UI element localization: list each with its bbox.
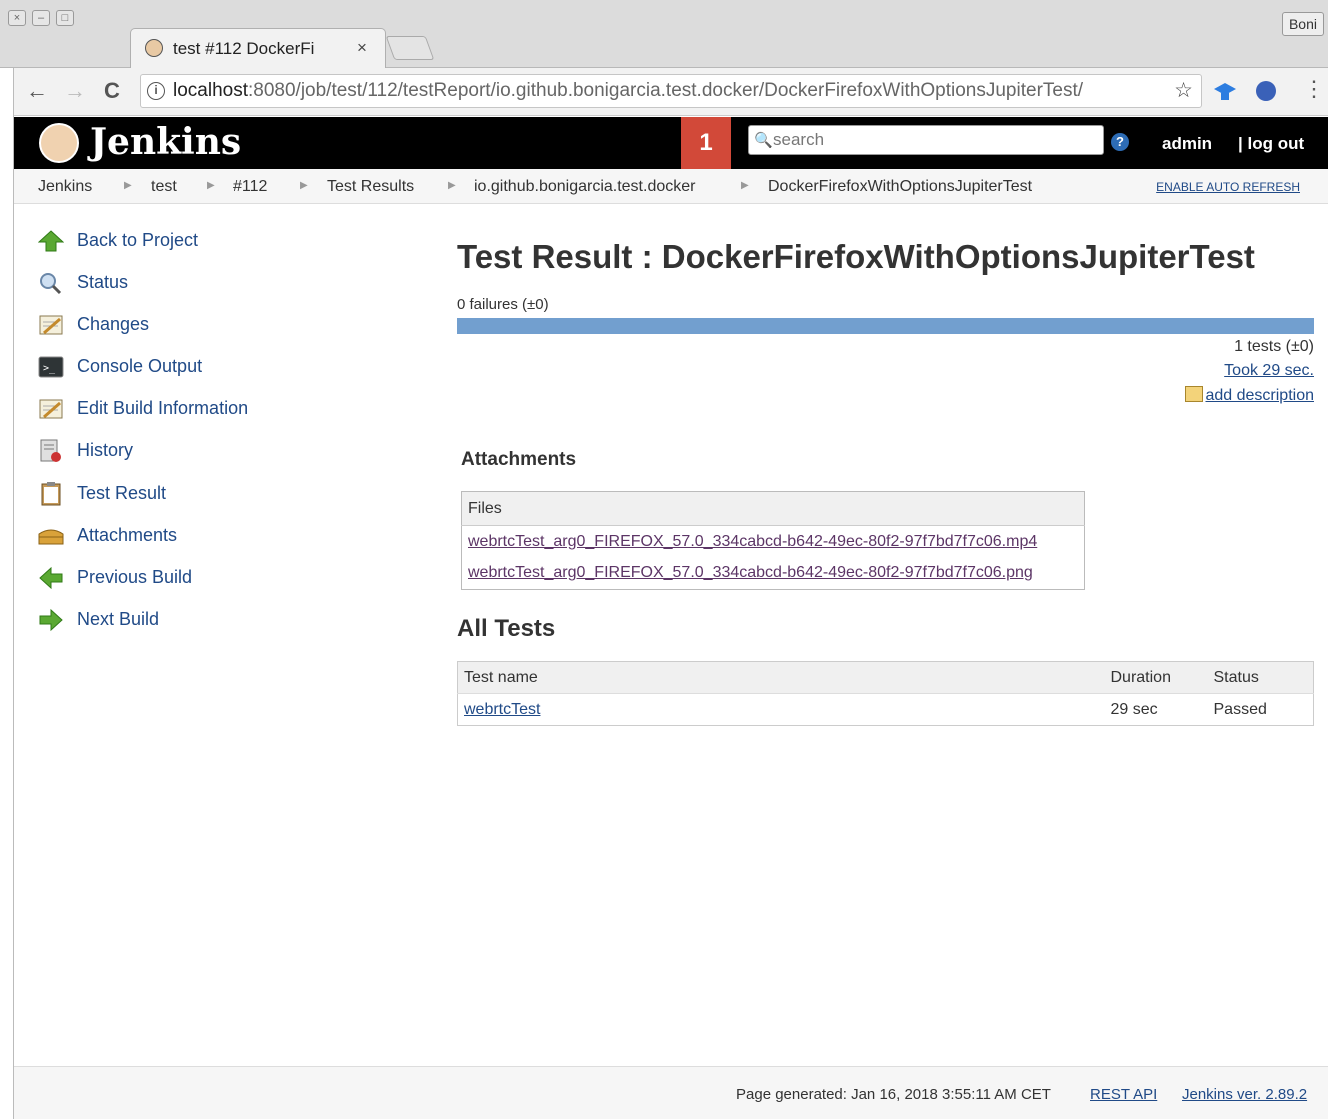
files-column-header: Files xyxy=(461,491,1085,526)
took-duration-link[interactable]: Took 29 sec. xyxy=(1224,362,1314,380)
table-row: webrtcTest_arg0_FIREFOX_57.0_334cabcd-b6… xyxy=(462,526,1085,558)
page-footer: Page generated: Jan 16, 2018 3:55:11 AM … xyxy=(14,1066,1328,1119)
breadcrumb-separator-icon: ▶ xyxy=(448,180,456,191)
browser-tab[interactable]: test #112 DockerFi × xyxy=(130,28,386,68)
search-input[interactable] xyxy=(773,130,1093,150)
user-link[interactable]: admin xyxy=(1162,134,1212,154)
tab-close-icon[interactable]: × xyxy=(357,38,367,58)
window-minimize-button[interactable]: – xyxy=(32,10,50,26)
sidebar-item-label: History xyxy=(77,440,134,460)
breadcrumb-separator-icon: ▶ xyxy=(300,180,308,191)
test-progress-bar xyxy=(457,318,1314,334)
window-maximize-button[interactable]: □ xyxy=(56,10,74,26)
test-status: Passed xyxy=(1213,700,1267,718)
rest-api-link[interactable]: REST API xyxy=(1090,1086,1157,1103)
extension-graduation-cap-icon[interactable] xyxy=(1213,80,1237,104)
address-bar[interactable]: i localhost:8080/job/test/112/testReport… xyxy=(140,74,1202,108)
terminal-icon: >_ xyxy=(38,356,64,378)
duration-column-header[interactable]: Duration xyxy=(1110,661,1214,694)
attachments-table: Files webrtcTest_arg0_FIREFOX_57.0_334ca… xyxy=(461,491,1085,590)
search-box: 🔍 xyxy=(748,125,1104,155)
table-row: webrtcTest 29 sec Passed xyxy=(458,694,1314,726)
notepad-icon xyxy=(39,315,63,335)
tests-count: 1 tests (±0) xyxy=(1234,338,1314,355)
sidebar-item-label: Changes xyxy=(77,314,150,334)
up-arrow-icon xyxy=(38,230,64,252)
window-close-button[interactable]: × xyxy=(8,10,26,26)
left-arrow-icon xyxy=(39,566,63,590)
jenkins-logo-text[interactable]: Jenkins xyxy=(90,121,241,163)
extension-globe-icon[interactable] xyxy=(1256,81,1276,101)
notification-badge[interactable]: 1 xyxy=(681,117,731,169)
new-tab-button[interactable] xyxy=(385,36,435,60)
url-text: localhost:8080/job/test/112/testReport/i… xyxy=(173,80,1084,101)
add-description-link[interactable]: add description xyxy=(1185,386,1314,405)
sidebar-item-label: Previous Build xyxy=(77,567,193,587)
sidebar-item-label: Test Result xyxy=(77,483,167,503)
svg-text:>_: >_ xyxy=(43,363,56,374)
status-column-header[interactable]: Status xyxy=(1213,661,1314,694)
all-tests-table: Test name Duration Status webrtcTest 29 … xyxy=(457,661,1314,726)
breadcrumb: Jenkins ▶ test ▶ #112 ▶ Test Results ▶ i… xyxy=(14,169,1328,204)
jenkins-version-link[interactable]: Jenkins ver. 2.89.2 xyxy=(1182,1086,1307,1103)
forward-button[interactable]: → xyxy=(64,78,86,104)
page-generated-text: Page generated: Jan 16, 2018 3:55:11 AM … xyxy=(736,1086,1051,1103)
window-left-edge xyxy=(0,68,14,1119)
sidebar-item-label: Edit Build Information xyxy=(77,398,249,418)
jenkins-header: Jenkins 1 🔍 ? admin | log out xyxy=(14,117,1328,169)
breadcrumb-build[interactable]: #112 xyxy=(233,178,267,196)
history-icon xyxy=(40,439,61,462)
edit-note-icon xyxy=(1185,386,1204,402)
reload-button[interactable]: C xyxy=(104,78,120,104)
back-button[interactable]: ← xyxy=(26,78,48,104)
breadcrumb-separator-icon: ▶ xyxy=(741,180,749,191)
breadcrumb-separator-icon: ▶ xyxy=(124,180,132,191)
jenkins-butler-icon[interactable] xyxy=(39,123,79,163)
breadcrumb-jenkins[interactable]: Jenkins xyxy=(38,178,92,196)
table-row: webrtcTest_arg0_FIREFOX_57.0_334cabcd-b6… xyxy=(462,558,1085,590)
attachment-link-png[interactable]: webrtcTest_arg0_FIREFOX_57.0_334cabcd-b6… xyxy=(468,564,1033,581)
sidebar-item-label: Console Output xyxy=(77,356,203,376)
breadcrumb-package[interactable]: io.github.bonigarcia.test.docker xyxy=(474,178,695,196)
test-name-column-header[interactable]: Test name xyxy=(457,661,1111,694)
site-info-icon[interactable]: i xyxy=(147,82,165,100)
help-icon[interactable]: ? xyxy=(1111,133,1129,151)
breadcrumb-separator-icon: ▶ xyxy=(207,180,215,191)
failures-summary: 0 failures (±0) xyxy=(457,296,549,313)
clipboard-icon xyxy=(41,482,61,506)
test-name-link[interactable]: webrtcTest xyxy=(464,701,540,718)
breadcrumb-test[interactable]: test xyxy=(151,178,177,196)
breadcrumb-class[interactable]: DockerFirefoxWithOptionsJupiterTest xyxy=(768,178,1032,196)
sidebar-item-label: Next Build xyxy=(77,609,160,629)
logout-link[interactable]: | log out xyxy=(1238,134,1304,154)
browser-menu-icon[interactable]: ⋮ xyxy=(1303,76,1325,102)
browser-titlebar: × – □ test #112 DockerFi × Boni xyxy=(0,0,1328,68)
all-tests-heading: All Tests xyxy=(457,615,556,642)
test-duration: 29 sec xyxy=(1110,700,1158,718)
bookmark-star-icon[interactable]: ☆ xyxy=(1174,78,1193,103)
jenkins-favicon-icon xyxy=(145,39,163,57)
attachment-link-mp4[interactable]: webrtcTest_arg0_FIREFOX_57.0_334cabcd-b6… xyxy=(468,533,1037,550)
sidebar-item-label: Status xyxy=(77,272,129,292)
sidebar-item-label: Back to Project xyxy=(77,230,199,250)
breadcrumb-test-results[interactable]: Test Results xyxy=(327,178,414,196)
notepad-icon xyxy=(39,399,63,419)
right-arrow-icon xyxy=(39,608,63,632)
box-icon xyxy=(38,529,64,545)
page-title: Test Result : DockerFirefoxWithOptionsJu… xyxy=(457,238,1255,275)
tab-title: test #112 DockerFi xyxy=(173,39,315,58)
enable-auto-refresh-link[interactable]: ENABLE AUTO REFRESH xyxy=(1156,180,1300,194)
profile-badge[interactable]: Boni xyxy=(1281,12,1324,36)
browser-toolbar: ← → C i localhost:8080/job/test/112/test… xyxy=(0,68,1328,116)
attachments-heading: Attachments xyxy=(461,449,577,470)
magnifier-icon xyxy=(40,273,62,295)
sidebar-item-label: Attachments xyxy=(77,525,178,545)
search-icon: 🔍 xyxy=(754,132,773,149)
